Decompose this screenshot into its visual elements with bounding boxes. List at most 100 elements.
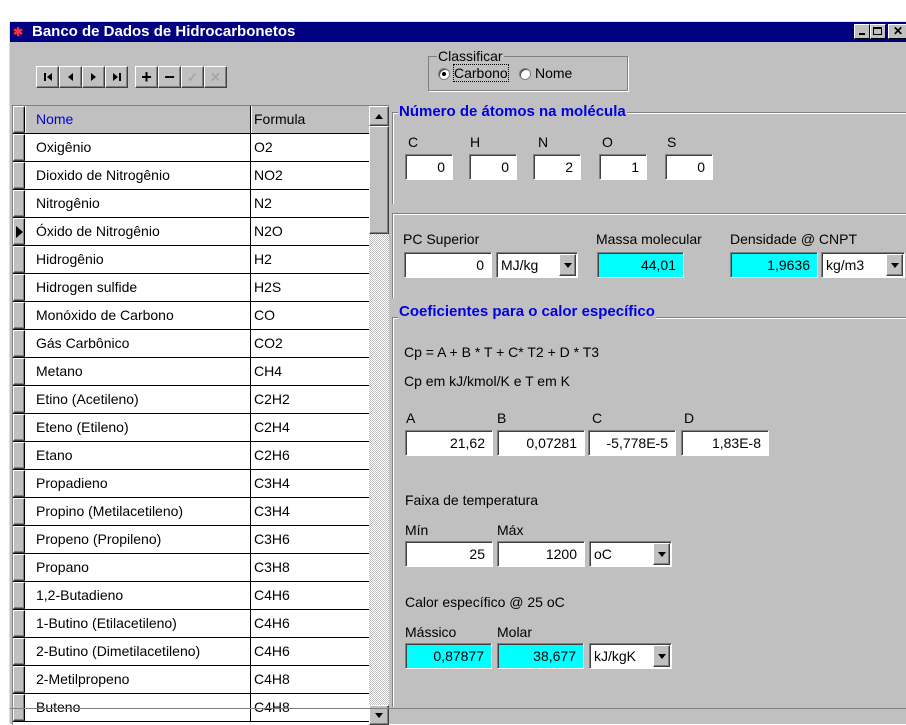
table-row[interactable]: Metano CH4	[13, 358, 369, 386]
row-indicator[interactable]	[13, 162, 25, 189]
row-indicator[interactable]	[13, 554, 25, 581]
cell-formula[interactable]: C3H8	[252, 554, 369, 581]
cell-nome[interactable]: Hidrogênio	[26, 246, 251, 273]
cell-nome[interactable]: Propino (Metilacetileno)	[26, 498, 251, 525]
row-indicator[interactable]	[13, 638, 25, 665]
title-bar[interactable]: ✱ Banco de Dados de Hidrocarbonetos ✕	[10, 22, 906, 42]
cell-formula[interactable]: CH4	[252, 358, 369, 385]
nav-insert-button[interactable]: +	[135, 66, 158, 88]
row-indicator[interactable]	[13, 470, 25, 497]
table-row[interactable]: Hidrogen sulfide H2S	[13, 274, 369, 302]
nav-delete-button[interactable]: −	[158, 66, 181, 88]
temp-min-field[interactable]: 25	[405, 541, 493, 567]
table-row[interactable]: Eteno (Etileno) C2H4	[13, 414, 369, 442]
cell-formula[interactable]: N2	[252, 190, 369, 217]
nav-last-button[interactable]	[105, 66, 128, 88]
nav-prior-button[interactable]	[59, 66, 82, 88]
cell-nome[interactable]: Propano	[26, 554, 251, 581]
cell-formula[interactable]: H2	[252, 246, 369, 273]
row-indicator[interactable]	[13, 442, 25, 469]
table-row[interactable]: 1-Butino (Etilacetileno) C4H6	[13, 610, 369, 638]
table-row[interactable]: 2-Metilpropeno C4H8	[13, 666, 369, 694]
cell-formula[interactable]: C3H4	[252, 470, 369, 497]
maximize-button[interactable]	[870, 24, 886, 39]
cell-nome[interactable]: Etano	[26, 442, 251, 469]
cell-nome[interactable]: Gás Carbônico	[26, 330, 251, 357]
close-button[interactable]: ✕	[888, 24, 906, 39]
cell-nome[interactable]: 1,2-Butadieno	[26, 582, 251, 609]
table-row[interactable]: Gás Carbônico CO2	[13, 330, 369, 358]
table-row[interactable]: Propadieno C3H4	[13, 470, 369, 498]
cell-formula[interactable]: C2H4	[252, 414, 369, 441]
table-row[interactable]: Dioxido de Nitrogênio NO2	[13, 162, 369, 190]
cell-formula[interactable]: C4H8	[252, 666, 369, 693]
cell-formula[interactable]: CO2	[252, 330, 369, 357]
cell-nome[interactable]: Nitrogênio	[26, 190, 251, 217]
cell-formula[interactable]: C4H6	[252, 610, 369, 637]
cell-nome[interactable]: Etino (Acetileno)	[26, 386, 251, 413]
minimize-button[interactable]	[854, 24, 870, 39]
table-row[interactable]: Oxigênio O2	[13, 134, 369, 162]
sort-carbono-radio[interactable]	[438, 68, 450, 80]
row-indicator[interactable]	[13, 498, 25, 525]
cell-nome[interactable]: Monóxido de Carbono	[26, 302, 251, 329]
cell-formula[interactable]: C2H6	[252, 442, 369, 469]
cell-nome[interactable]: Óxido de Nitrogênio	[26, 218, 251, 245]
temp-unit-dropdown-button[interactable]	[653, 543, 670, 565]
density-unit-select[interactable]: kg/m3	[821, 252, 905, 278]
atom-s-field[interactable]: 0	[665, 154, 713, 180]
density-unit-dropdown-button[interactable]	[886, 254, 903, 276]
nav-first-button[interactable]	[36, 66, 59, 88]
row-indicator[interactable]	[13, 218, 25, 245]
row-indicator[interactable]	[13, 386, 25, 413]
atom-c-field[interactable]: 0	[405, 154, 453, 180]
app-icon[interactable]: ✱	[13, 25, 29, 39]
molar-cp-field[interactable]: 38,677	[497, 643, 584, 669]
row-indicator[interactable]	[13, 526, 25, 553]
coef-b-field[interactable]: 0,07281	[497, 430, 585, 456]
temp-unit-select[interactable]: oC	[589, 541, 672, 567]
nav-post-button[interactable]: ✓	[181, 66, 204, 88]
table-row[interactable]: Óxido de Nitrogênio N2O	[13, 218, 369, 246]
table-row[interactable]: Monóxido de Carbono CO	[13, 302, 369, 330]
pc-unit-select[interactable]: MJ/kg	[496, 252, 578, 278]
cp-unit-select[interactable]: kJ/kgK	[589, 643, 672, 669]
cell-formula[interactable]: N2O	[252, 218, 369, 245]
row-indicator[interactable]	[13, 610, 25, 637]
column-header-formula[interactable]: Formula	[252, 106, 369, 133]
cell-nome[interactable]: 2-Metilpropeno	[26, 666, 251, 693]
table-row[interactable]: 2-Butino (Dimetilacetileno) C4H6	[13, 638, 369, 666]
row-indicator[interactable]	[13, 582, 25, 609]
table-row[interactable]: Etano C2H6	[13, 442, 369, 470]
density-field[interactable]: 1,9636	[730, 252, 818, 278]
row-indicator[interactable]	[13, 134, 25, 161]
sort-carbono-label[interactable]: Carbono	[453, 64, 509, 82]
cell-nome[interactable]: 1-Butino (Etilacetileno)	[26, 610, 251, 637]
atom-o-field[interactable]: 1	[599, 154, 647, 180]
cell-formula[interactable]: C2H2	[252, 386, 369, 413]
cell-formula[interactable]: C4H6	[252, 638, 369, 665]
row-indicator[interactable]	[13, 246, 25, 273]
cell-formula[interactable]: C4H6	[252, 582, 369, 609]
table-row[interactable]: 1,2-Butadieno C4H6	[13, 582, 369, 610]
cell-formula[interactable]: O2	[252, 134, 369, 161]
cell-nome[interactable]: Propeno (Propileno)	[26, 526, 251, 553]
pc-unit-dropdown-button[interactable]	[559, 254, 576, 276]
row-indicator[interactable]	[13, 358, 25, 385]
molecular-mass-field[interactable]: 44,01	[597, 252, 684, 278]
sort-nome-radio[interactable]	[519, 68, 531, 80]
cell-nome[interactable]: Propadieno	[26, 470, 251, 497]
table-row[interactable]: Hidrogênio H2	[13, 246, 369, 274]
row-indicator[interactable]	[13, 190, 25, 217]
table-row[interactable]: Propeno (Propileno) C3H6	[13, 526, 369, 554]
pc-superior-field[interactable]: 0	[404, 252, 492, 278]
cell-nome[interactable]: Metano	[26, 358, 251, 385]
table-row[interactable]: Etino (Acetileno) C2H2	[13, 386, 369, 414]
cell-formula[interactable]: CO	[252, 302, 369, 329]
nav-next-button[interactable]	[82, 66, 105, 88]
sort-nome-label[interactable]: Nome	[535, 65, 572, 81]
coef-a-field[interactable]: 21,62	[405, 430, 493, 456]
cell-nome[interactable]: 2-Butino (Dimetilacetileno)	[26, 638, 251, 665]
cell-nome[interactable]: Eteno (Etileno)	[26, 414, 251, 441]
scroll-thumb[interactable]	[369, 126, 389, 234]
